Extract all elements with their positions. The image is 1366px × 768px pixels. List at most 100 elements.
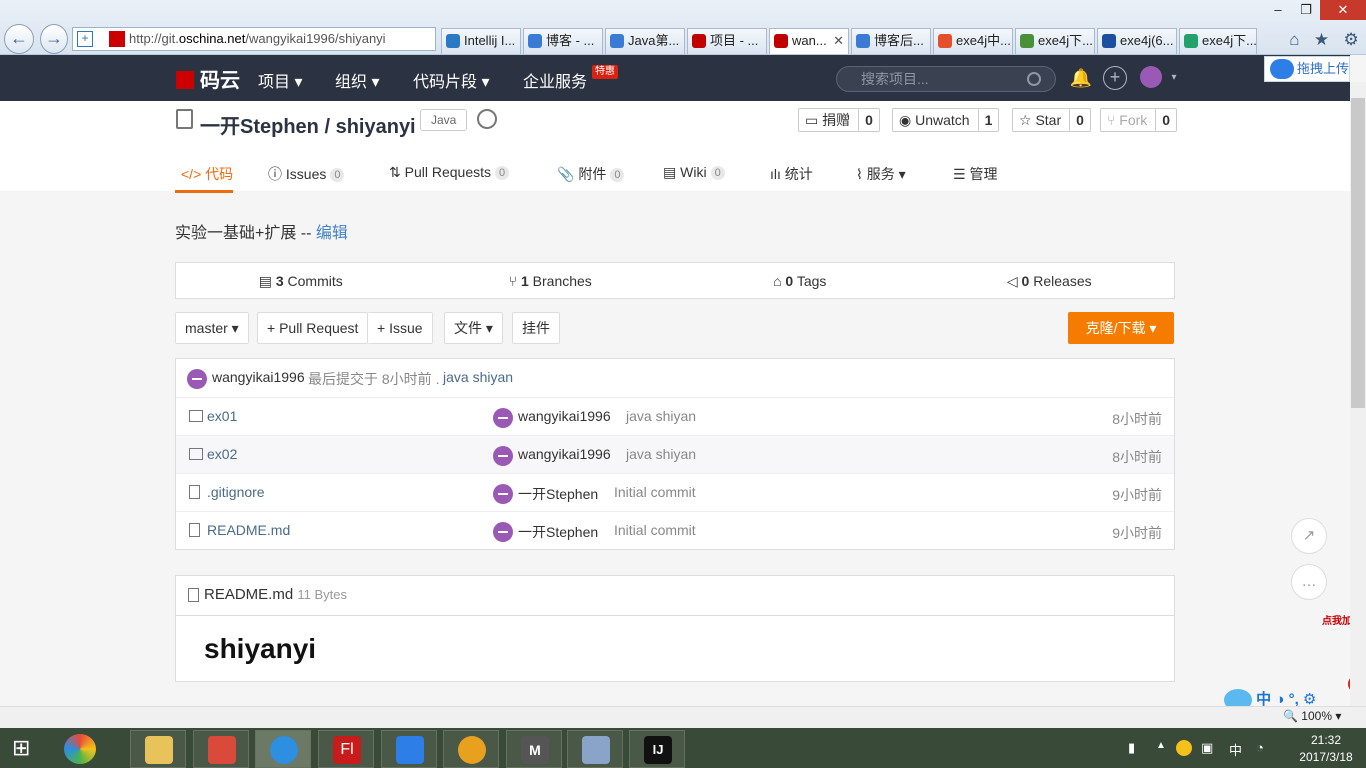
branches-stat[interactable]: ⑂ 1 Branches [426, 263, 676, 298]
commit-user[interactable]: wangyikai1996 [518, 446, 611, 462]
tray-expand-icon[interactable]: ▲ [1156, 740, 1166, 751]
taskbar-m-app[interactable]: M [506, 730, 562, 768]
tab-manage[interactable]: ☰ 管理 [953, 164, 997, 184]
tab-pull-requests[interactable]: ⇅ Pull Requests 0 [389, 164, 510, 181]
fork-button[interactable]: ⑂ Fork 0 [1100, 108, 1178, 132]
browser-tab[interactable]: Java第... [605, 28, 685, 54]
taskbar-intellij[interactable]: IJ [629, 730, 685, 768]
favorites-icon[interactable]: ★ [1314, 30, 1329, 52]
tab-code[interactable]: </> 代码 [181, 164, 233, 184]
file-name-link[interactable]: README.md [207, 522, 290, 538]
browser-tab[interactable]: 博客 - ... [523, 28, 603, 54]
branch-select[interactable]: master ▾ [175, 312, 249, 344]
taskbar-flash[interactable]: Fl [318, 730, 374, 768]
new-issue-button[interactable]: + Issue [368, 312, 433, 344]
file-menu-button[interactable]: 文件 ▾ [444, 312, 503, 344]
taskbar-qq[interactable] [443, 730, 499, 768]
avatar[interactable] [493, 408, 513, 428]
browser-tab[interactable]: exe4j(6... [1097, 28, 1177, 54]
back-button[interactable]: ← [4, 24, 34, 54]
browser-tab[interactable]: exe4j中... [933, 28, 1013, 54]
browser-tab-active[interactable]: wan... ✕ [769, 28, 849, 54]
browser-tab[interactable]: 博客后... [851, 28, 931, 54]
minimize-button[interactable]: – [1264, 0, 1292, 20]
nav-projects[interactable]: 项目 ▾ [258, 68, 302, 92]
chevron-down-icon[interactable]: ▾ [1162, 66, 1186, 90]
add-plus-icon[interactable]: + [1103, 66, 1127, 90]
nav-snippets[interactable]: 代码片段 ▾ [413, 68, 489, 92]
ime-indicator[interactable]: 中 [1229, 740, 1242, 759]
taskbar-app-colorful[interactable] [193, 730, 249, 768]
widget-button[interactable]: 挂件 [512, 312, 560, 344]
browser-tab[interactable]: 项目 - ... [687, 28, 767, 54]
share-button[interactable]: ↗ [1291, 518, 1327, 554]
releases-stat[interactable]: ◁ 0 Releases [925, 263, 1175, 298]
tags-stat[interactable]: ⌂ 0 Tags [675, 263, 925, 298]
comment-button[interactable]: … [1291, 564, 1327, 600]
avatar[interactable] [493, 522, 513, 542]
close-window-button[interactable]: ✕ [1320, 0, 1366, 20]
readme-filename[interactable]: README.md [204, 586, 293, 603]
edit-description-link[interactable]: 编辑 [316, 225, 348, 242]
taskbar-baidu-cloud[interactable] [381, 730, 437, 768]
new-pull-request-button[interactable]: + Pull Request [257, 312, 369, 344]
avatar[interactable] [493, 484, 513, 504]
commit-message[interactable]: java shiyan [626, 446, 696, 462]
address-bar[interactable]: + http://git.oschina.net/wangyikai1996/s… [72, 27, 436, 51]
home-icon[interactable]: ⌂ [1289, 30, 1299, 52]
taskbar-file-explorer[interactable] [130, 730, 186, 768]
file-name-link[interactable]: .gitignore [207, 484, 265, 500]
windows-start-icon[interactable]: ⊞ [12, 736, 38, 760]
taskbar-chart-app[interactable] [567, 730, 623, 768]
repo-name-link[interactable]: shiyanyi [336, 116, 416, 138]
commit-user[interactable]: wangyikai1996 [518, 408, 611, 424]
notification-bell-icon[interactable]: 🔔 [1069, 66, 1093, 90]
last-commit-user[interactable]: wangyikai1996 [212, 369, 305, 385]
donate-button[interactable]: ▭ 捐赠 0 [798, 108, 880, 132]
tab-statistics[interactable]: ılı 统计 [770, 164, 813, 184]
nav-organizations[interactable]: 组织 ▾ [335, 68, 379, 92]
star-button[interactable]: ☆ Star 0 [1012, 108, 1091, 132]
avatar[interactable] [493, 446, 513, 466]
commit-message[interactable]: java shiyan [626, 408, 696, 424]
volume-icon[interactable]: ◔ [1256, 740, 1264, 755]
commit-user[interactable]: 一开Stephen [518, 484, 598, 504]
tab-issues[interactable]: ⓘ Issues 0 [268, 164, 345, 184]
avatar[interactable] [187, 369, 207, 389]
clone-download-button[interactable]: 克隆/下载 ▾ [1068, 312, 1174, 344]
battery-icon[interactable]: ▮ [1128, 740, 1135, 756]
unwatch-button[interactable]: ◉ Unwatch 1 [892, 108, 1000, 132]
browser-tab[interactable]: Intellij I... [441, 28, 521, 54]
search-input[interactable]: 搜索项目... [836, 66, 1056, 92]
browser-360-icon[interactable] [64, 734, 96, 764]
tray-app-icon[interactable] [1176, 740, 1192, 756]
tab-wiki[interactable]: ▤ Wiki 0 [663, 164, 725, 181]
language-badge[interactable]: Java [420, 109, 468, 131]
search-icon[interactable] [1027, 72, 1041, 86]
commit-message[interactable]: Initial commit [614, 522, 696, 538]
nav-enterprise[interactable]: 企业服务 [523, 68, 587, 92]
network-icon[interactable]: ▣ [1201, 740, 1213, 756]
browser-tab[interactable]: exe4j下... [1015, 28, 1095, 54]
commits-stat[interactable]: ▤ 3 Commits [176, 263, 426, 298]
repo-owner-link[interactable]: 一开Stephen [200, 116, 319, 138]
user-avatar[interactable] [1140, 66, 1162, 88]
tab-close-icon[interactable]: ✕ [833, 29, 844, 53]
commit-user[interactable]: 一开Stephen [518, 522, 598, 542]
taskbar-internet-explorer[interactable] [255, 730, 311, 768]
award-badge-icon[interactable] [477, 109, 497, 129]
site-logo[interactable]: 码云 [176, 71, 240, 91]
file-name-link[interactable]: ex01 [207, 408, 237, 424]
forward-button[interactable]: → [40, 24, 68, 54]
zoom-level[interactable]: 🔍 100% ▾ [1283, 709, 1341, 723]
system-clock[interactable]: 21:32 2017/3/18 [1288, 732, 1364, 766]
commit-message[interactable]: Initial commit [614, 484, 696, 500]
baidu-upload-button[interactable]: 拖拽上传 [1264, 56, 1350, 82]
tab-services[interactable]: ⌇ 服务 ▾ [856, 164, 906, 184]
tab-attachments[interactable]: 📎 附件 0 [557, 164, 625, 184]
restore-button[interactable]: ❐ [1292, 0, 1320, 20]
file-name-link[interactable]: ex02 [207, 446, 237, 462]
last-commit-message[interactable]: java shiyan [443, 369, 513, 385]
scrollbar-thumb[interactable] [1351, 98, 1365, 408]
browser-tab[interactable]: exe4j下... [1179, 28, 1257, 54]
